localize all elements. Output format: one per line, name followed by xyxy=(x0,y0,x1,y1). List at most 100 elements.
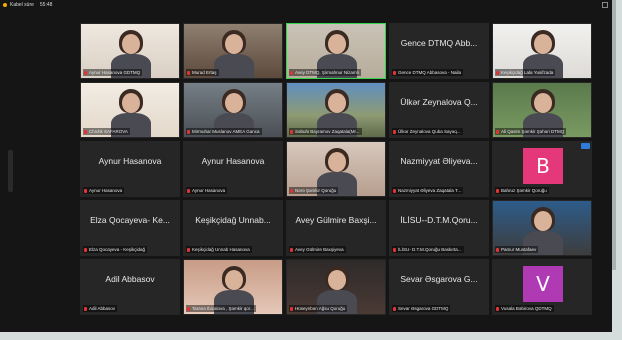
person-head xyxy=(225,93,243,113)
participant-tile[interactable]: Pamur Mustafaev xyxy=(492,200,592,256)
participant-display-name: Keşikçidağ Unnab... xyxy=(195,215,271,225)
muted-mic-icon xyxy=(84,247,87,252)
participant-name-text: Avey Gülmire Baxşiyeva xyxy=(295,247,344,252)
muted-mic-icon xyxy=(496,70,499,75)
participant-tile[interactable]: Keşikçidağ Lala Yusifzada xyxy=(492,23,592,79)
fullscreen-icon[interactable] xyxy=(602,2,608,8)
avatar-letter: B xyxy=(523,148,563,184)
participant-display-name: Avey Gülmire Baxşi... xyxy=(295,215,377,225)
participant-name-text: Keşikçidağ Unnab Hasanova xyxy=(192,247,250,252)
person-head xyxy=(328,152,346,172)
muted-mic-icon xyxy=(393,247,396,252)
muted-mic-icon xyxy=(290,247,293,252)
participant-tile[interactable]: Hüseynbən Ağsu Qoruğu xyxy=(286,259,386,315)
muted-mic-icon xyxy=(393,129,396,134)
participant-name-label: İLİSU- D.T.M.Qoruğu Baskırta... xyxy=(392,246,464,253)
muted-mic-icon xyxy=(187,188,190,193)
participant-name-label: Keşikçidağ Lala Yusifzada xyxy=(495,69,556,76)
participant-name-text: Adil Abbasov xyxy=(89,306,116,311)
person-head xyxy=(122,93,140,113)
muted-mic-icon xyxy=(187,306,190,311)
participant-tile[interactable]: İLİSU--D.T.M.Qoru... İLİSU- D.T.M.Qoruğu … xyxy=(389,200,489,256)
muted-mic-icon xyxy=(187,247,190,252)
participant-tile[interactable]: Sevar Əsgarova G... Sevar Əsgarova GDTMQ xyxy=(389,259,489,315)
muted-mic-icon xyxy=(84,70,87,75)
background-window-edge xyxy=(612,0,616,270)
participant-tile[interactable]: V Vusala Bəbirova QDTMQ xyxy=(492,259,592,315)
participant-tile[interactable]: Chichk SAFAROVA xyxy=(80,82,180,138)
participant-tile[interactable]: Nərə Şəmkir Qoruğu xyxy=(286,141,386,197)
participant-name-label: Keşikçidağ Unnab Hasanova xyxy=(186,246,252,253)
participant-tile[interactable]: Aynur Hasanova Aynur Hasanova xyxy=(183,141,283,197)
participant-name-label: Aynur Hasanova xyxy=(186,187,228,194)
participant-tile[interactable]: Səbuhi Bayramov Zaqatala(Mr... xyxy=(286,82,386,138)
participant-name-label: Nazmiyyat Əliyeva Zaqatala T... xyxy=(392,187,464,194)
muted-mic-icon xyxy=(84,188,87,193)
participant-name-label: Hüseynbən Ağsu Qoruğu xyxy=(289,305,348,312)
person-head xyxy=(534,34,552,54)
participant-name-text: Vusala Bəbirova QDTMQ xyxy=(501,306,552,311)
participant-display-name: Ülkər Zeynalova Q... xyxy=(400,97,478,107)
participant-tile[interactable]: Adil Abbasov Adil Abbasov xyxy=(80,259,180,315)
meeting-timer: 55:48 xyxy=(39,2,53,8)
participant-name-label: Mirmuhar Muslanov AMEA Ganca xyxy=(186,128,262,135)
muted-mic-icon xyxy=(496,129,499,134)
participant-name-text: Ali Qasim Şəmkir Şəhəri DTMQ xyxy=(501,129,565,134)
muted-mic-icon xyxy=(496,247,499,252)
participant-name-text: Sevar Əsgarova GDTMQ xyxy=(398,306,449,311)
person-head xyxy=(328,270,346,290)
muted-mic-icon xyxy=(290,129,293,134)
participant-tile[interactable]: B Bahruz Şəmkir Qoruğu xyxy=(492,141,592,197)
person-head xyxy=(122,34,140,54)
participant-display-name: Elza Qocayeva- Ke... xyxy=(90,215,170,225)
participant-tile[interactable]: Mirmuhar Muslanov AMEA Ganca xyxy=(183,82,283,138)
participant-name-label: Aynur Hasanova GDTMQ xyxy=(83,69,143,76)
participant-name-text: Keşikçidağ Lala Yusifzada xyxy=(501,70,554,75)
person-body xyxy=(214,54,254,78)
participant-tile[interactable]: Avey Gülmire Baxşi... Avey Gülmire Baxşiy… xyxy=(286,200,386,256)
participant-name-label: Gence DTMQ Abbasova - Naila xyxy=(392,69,464,76)
participant-name-label: Murad Ertaş xyxy=(186,69,219,76)
muted-mic-icon xyxy=(393,306,396,311)
person-head xyxy=(225,270,243,290)
participant-name-text: Pamur Mustafaev xyxy=(501,247,537,252)
participant-name-text: Murad Ertaş xyxy=(192,70,217,75)
participant-name-label: Tarana Ibicalova , Şəmkir qor... xyxy=(186,305,256,312)
zoom-window: Kabel süre 55:48 Aynur Hasanova GDTMQ Mur… xyxy=(0,0,612,332)
title-label: Kabel süre xyxy=(10,2,34,8)
participant-name-text: Nərə Şəmkir Qoruğu xyxy=(295,188,337,193)
participant-name-text: Aynur Hasanova xyxy=(89,188,123,193)
participant-name-label: Ali Qasim Şəmkir Şəhəri DTMQ xyxy=(495,128,567,135)
participant-tile[interactable]: Gence DTMQ Abb... Gence DTMQ Abbasova - N… xyxy=(389,23,489,79)
participant-tile[interactable]: Tarana Ibicalova , Şəmkir qor... xyxy=(183,259,283,315)
side-handle[interactable] xyxy=(8,150,13,192)
muted-mic-icon xyxy=(393,188,396,193)
camera-badge-icon xyxy=(581,143,590,149)
participant-tile[interactable]: Murad Ertaş xyxy=(183,23,283,79)
participant-name-text: Hüseynbən Ağsu Qoruğu xyxy=(295,306,346,311)
participant-tile[interactable]: Ali Qasim Şəmkir Şəhəri DTMQ xyxy=(492,82,592,138)
muted-mic-icon xyxy=(187,70,190,75)
participant-tile[interactable]: Avey DTMQ, Şirmahnur Nizamlı xyxy=(286,23,386,79)
participant-name-text: Aynur Hasanova GDTMQ xyxy=(89,70,141,75)
participant-name-label: Pamur Mustafaev xyxy=(495,246,539,253)
participant-tile[interactable]: Keşikçidağ Unnab... Keşikçidağ Unnab Hasa… xyxy=(183,200,283,256)
participant-tile[interactable]: Nazmiyyat Əliyeva... Nazmiyyat Əliyeva Za… xyxy=(389,141,489,197)
participant-name-text: Tarana Ibicalova , Şəmkir qor... xyxy=(192,306,254,311)
participant-name-label: Səbuhi Bayramov Zaqatala(Mr... xyxy=(289,128,362,135)
muted-mic-icon xyxy=(496,306,499,311)
participant-name-text: Nazmiyyat Əliyeva Zaqatala T... xyxy=(398,188,462,193)
muted-mic-icon xyxy=(290,188,293,193)
person-head xyxy=(328,34,346,54)
participant-display-name: Adil Abbasov xyxy=(105,274,155,284)
participant-tile[interactable]: Ülkər Zeynalova Q... Ülkər Zeynalova Quba… xyxy=(389,82,489,138)
participant-name-text: Chichk SAFAROVA xyxy=(89,129,128,134)
participant-tile[interactable]: Aynur Hasanova GDTMQ xyxy=(80,23,180,79)
participant-name-label: Avey DTMQ, Şirmahnur Nizamlı xyxy=(289,69,361,76)
participant-display-name: Aynur Hasanova xyxy=(98,156,162,166)
person-head xyxy=(534,211,552,231)
title-bar: Kabel süre 55:48 xyxy=(0,0,612,10)
participant-name-text: Avey DTMQ, Şirmahnur Nizamlı xyxy=(295,70,359,75)
participant-tile[interactable]: Elza Qocayeva- Ke... Elza Qocayeva - Keşi… xyxy=(80,200,180,256)
participant-tile[interactable]: Aynur Hasanova Aynur Hasanova xyxy=(80,141,180,197)
